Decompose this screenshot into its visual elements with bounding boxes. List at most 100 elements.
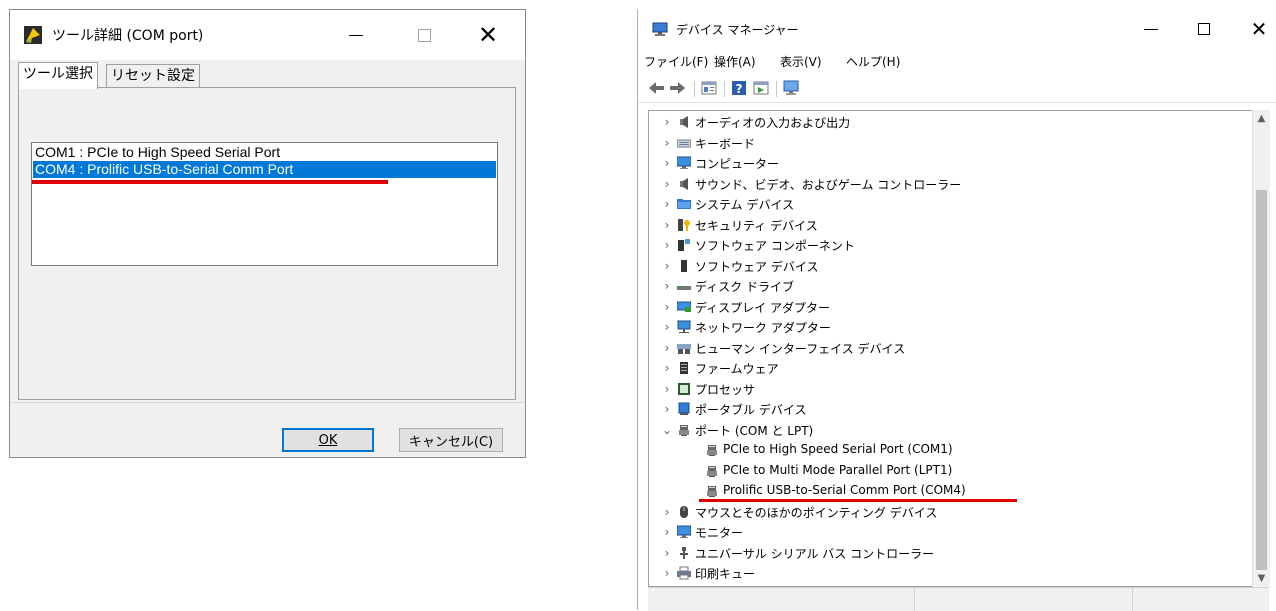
status-divider — [1132, 588, 1133, 611]
portable-icon — [678, 402, 690, 415]
tree-category-item[interactable]: › ソフトウェア コンポーネント — [649, 235, 1249, 255]
component-icon — [678, 239, 690, 251]
speaker-icon — [680, 116, 688, 128]
tree-item-label: オーディオの入力および出力 — [695, 116, 851, 130]
tree-child-item[interactable]: Prolific USB-to-Serial Comm Port (COM4) — [649, 481, 1249, 501]
chevron-right-icon[interactable]: › — [661, 502, 673, 522]
highlight-underline — [32, 180, 388, 184]
tree-category-item[interactable]: › プロセッサ — [649, 379, 1249, 399]
tree-category-item[interactable]: › マウスとそのほかのポインティング デバイス — [649, 502, 1249, 522]
tree-category-item[interactable]: › ファームウェア — [649, 358, 1249, 378]
chevron-right-icon[interactable]: › — [661, 317, 673, 337]
chevron-right-icon[interactable]: › — [661, 112, 673, 132]
maximize-button[interactable] — [394, 10, 454, 60]
cancel-button[interactable]: キャンセル(C) — [399, 428, 503, 452]
tree-category-item[interactable]: › コンピューター — [649, 153, 1249, 173]
menu-help[interactable]: ヘルプ(H) — [846, 53, 900, 70]
chevron-right-icon[interactable]: › — [661, 153, 673, 173]
scrollbar-thumb[interactable] — [1256, 190, 1267, 570]
chevron-right-icon[interactable]: › — [661, 338, 673, 358]
tree-item-label: ポータブル デバイス — [695, 403, 807, 417]
back-arrow-icon — [649, 82, 664, 94]
chevron-right-icon[interactable]: › — [661, 174, 673, 194]
tree-category-item[interactable]: › サウンド、ビデオ、およびゲーム コントローラー — [649, 174, 1249, 194]
chevron-right-icon[interactable]: › — [661, 194, 673, 214]
chevron-right-icon[interactable]: › — [661, 543, 673, 563]
scroll-up-icon[interactable]: ▲ — [1253, 110, 1270, 127]
tree-category-item[interactable]: › ユニバーサル シリアル バス コントローラー — [649, 543, 1249, 563]
tree-item-label: ユニバーサル シリアル バス コントローラー — [695, 546, 935, 561]
tab-tool-select[interactable]: ツール選択 — [18, 62, 98, 89]
chevron-right-icon[interactable]: › — [661, 215, 673, 235]
menu-file[interactable]: ファイル(F) — [644, 53, 708, 70]
tree-category-item[interactable]: › キーボード — [649, 133, 1249, 153]
divider — [10, 402, 525, 403]
toolbar: ? — [638, 76, 1276, 103]
tree-item-label: ヒューマン インターフェイス デバイス — [695, 341, 906, 356]
device-tree[interactable]: › オーディオの入力および出力 › キーボード › コンピューター › サウンド、ビデオ、およ… — [648, 110, 1252, 587]
minimize-button[interactable] — [1128, 9, 1174, 49]
tree-category-item[interactable]: › ポータブル デバイス — [649, 399, 1249, 419]
tree-category-item[interactable]: › セキュリティ デバイス — [649, 215, 1249, 235]
chevron-right-icon[interactable]: › — [661, 399, 673, 419]
minimize-button[interactable] — [326, 10, 386, 60]
close-button[interactable]: ✕ — [458, 10, 518, 60]
tree-category-item[interactable]: › ソフトウェア デバイス — [649, 256, 1249, 276]
tree-item-label: ソフトウェア デバイス — [695, 259, 819, 274]
chevron-right-icon[interactable]: › — [661, 522, 673, 542]
close-icon: ✕ — [1250, 17, 1268, 41]
back-button[interactable] — [648, 79, 666, 97]
close-icon: ✕ — [477, 21, 499, 49]
close-button[interactable]: ✕ — [1236, 9, 1276, 49]
chevron-right-icon[interactable]: › — [661, 256, 673, 276]
tree-category-item[interactable]: › ヒューマン インターフェイス デバイス — [649, 338, 1249, 358]
maximize-button[interactable] — [1181, 9, 1227, 49]
dialog-titlebar: ツール詳細 (COM port) ✕ — [10, 10, 525, 60]
chevron-right-icon[interactable]: › — [661, 358, 673, 378]
tree-category-item[interactable]: › システム デバイス — [649, 194, 1249, 214]
help-icon: ? — [732, 81, 746, 96]
chevron-right-icon[interactable]: › — [661, 379, 673, 399]
tree-category-item[interactable]: › オーディオの入力および出力 — [649, 112, 1249, 132]
chevron-right-icon[interactable]: › — [661, 563, 673, 583]
tree-category-item[interactable]: › 印刷キュー — [649, 563, 1249, 583]
com-port-listbox[interactable]: COM1 : PCIe to High Speed Serial Port CO… — [31, 142, 498, 266]
menu-action[interactable]: 操作(A) — [714, 53, 756, 70]
port-icon — [679, 424, 689, 436]
tree-item-label: システム デバイス — [695, 198, 795, 212]
tree-child-item[interactable]: PCIe to High Speed Serial Port (COM1) — [649, 440, 1249, 460]
tree-category-item[interactable]: › ネットワーク アダプター — [649, 317, 1249, 337]
list-item-selected[interactable]: COM4 : Prolific USB-to-Serial Comm Port — [33, 161, 496, 178]
properties-icon — [701, 81, 717, 95]
scan-hardware-button[interactable] — [782, 79, 800, 97]
help-button[interactable]: ? — [730, 79, 748, 97]
chevron-right-icon[interactable]: › — [661, 276, 673, 296]
forward-button[interactable] — [668, 79, 686, 97]
tree-item-label: ソフトウェア コンポーネント — [695, 239, 855, 253]
tree-category-item[interactable]: ⌄ ポート (COM と LPT) — [649, 420, 1249, 440]
tool-detail-dialog: ツール詳細 (COM port) ✕ ツール選択 リセット設定 COM1 : P… — [9, 9, 526, 458]
tree-category-item[interactable]: › ディスプレイ アダプター — [649, 297, 1249, 317]
toolbar-separator — [694, 81, 695, 97]
chevron-down-icon[interactable]: ⌄ — [661, 420, 673, 440]
tree-item-label: マウスとそのほかのポインティング デバイス — [695, 505, 938, 520]
menu-view[interactable]: 表示(V) — [780, 53, 822, 70]
update-driver-button[interactable] — [752, 79, 770, 97]
chevron-right-icon[interactable]: › — [661, 235, 673, 255]
tree-item-label: Prolific USB-to-Serial Comm Port (COM4) — [723, 483, 966, 497]
tree-category-item[interactable]: › ディスク ドライブ — [649, 276, 1249, 296]
vertical-scrollbar[interactable]: ▲ ▼ — [1252, 110, 1270, 587]
svg-text:?: ? — [736, 82, 743, 96]
status-divider — [914, 588, 915, 611]
properties-button[interactable] — [700, 79, 718, 97]
tree-category-item[interactable]: › モニター — [649, 522, 1249, 542]
tree-item-label: PCIe to Multi Mode Parallel Port (LPT1) — [723, 462, 953, 477]
chevron-right-icon[interactable]: › — [661, 133, 673, 153]
chevron-right-icon[interactable]: › — [661, 297, 673, 317]
scroll-down-icon[interactable]: ▼ — [1253, 570, 1270, 587]
hid-icon — [677, 343, 691, 354]
tree-child-item[interactable]: PCIe to Multi Mode Parallel Port (LPT1) — [649, 461, 1249, 481]
ok-button[interactable]: OK — [282, 428, 374, 452]
list-item[interactable]: COM1 : PCIe to High Speed Serial Port — [33, 144, 496, 161]
tab-reset-settings[interactable]: リセット設定 — [106, 64, 200, 87]
